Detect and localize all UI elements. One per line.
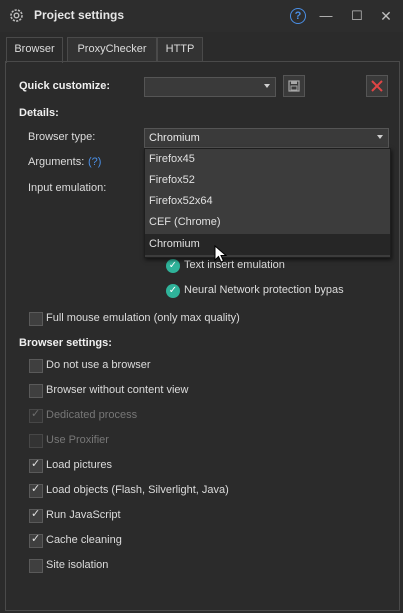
use-proxifier-label: Use Proxifier (46, 434, 109, 446)
load-pictures-checkbox[interactable]: ✓ (29, 458, 43, 473)
cache-cleaning-checkbox[interactable]: ✓ (29, 533, 43, 548)
run-javascript-checkbox[interactable]: ✓ (29, 508, 43, 523)
dedicated-process-label: Dedicated process (46, 409, 138, 421)
browser-type-dropdown: Firefox45 Firefox52 Firefox52x64 CEF (Ch… (144, 148, 391, 258)
maximize-icon[interactable]: ☐ (347, 6, 367, 26)
close-icon (371, 80, 383, 92)
dedicated-process-checkbox: ✓ (29, 408, 43, 423)
chevron-down-icon (377, 135, 383, 139)
check-circle-icon[interactable]: ✓ (166, 284, 180, 298)
load-pictures-label: Load pictures (46, 459, 113, 471)
text-insert-emulation-label: Text insert emulation (184, 259, 285, 271)
check-circle-icon[interactable]: ✓ (166, 259, 180, 273)
quick-customize-label: Quick customize: (19, 80, 111, 92)
window-title: Project settings (34, 8, 125, 22)
quick-customize-select[interactable] (144, 77, 276, 97)
delete-preset-button[interactable] (366, 75, 388, 97)
tab-browser[interactable]: Browser (6, 37, 63, 63)
run-javascript-label: Run JavaScript (46, 509, 121, 521)
do-not-use-browser-label: Do not use a browser (46, 359, 151, 371)
checkmark-icon: ✓ (31, 508, 41, 520)
load-objects-checkbox[interactable]: ✓ (29, 483, 43, 498)
use-proxifier-checkbox (29, 434, 43, 448)
minimize-icon[interactable]: — (316, 6, 336, 26)
browser-without-content-view-checkbox[interactable] (29, 384, 43, 398)
tab-http[interactable]: HTTP (157, 37, 203, 61)
do-not-use-browser-checkbox[interactable] (29, 359, 43, 373)
browser-type-label: Browser type: (28, 131, 96, 143)
close-icon[interactable]: ✕ (376, 6, 396, 26)
browser-without-content-view-label: Browser without content view (46, 384, 189, 396)
neural-network-bypass-label: Neural Network protection bypas (184, 284, 344, 296)
chevron-down-icon (264, 84, 270, 88)
checkmark-icon: ✓ (31, 483, 41, 495)
title-bar: Project settings ? — ☐ ✕ (0, 0, 403, 32)
site-isolation-checkbox[interactable] (29, 559, 43, 573)
arguments-label: Arguments: (28, 156, 85, 168)
browser-type-select[interactable]: Chromium (144, 128, 389, 148)
browser-settings-heading: Browser settings: (19, 337, 112, 349)
dropdown-option-cef-chrome[interactable]: CEF (Chrome) (145, 212, 390, 233)
dropdown-option-firefox52[interactable]: Firefox52 (145, 170, 390, 191)
cache-cleaning-label: Cache cleaning (46, 534, 122, 546)
mouse-cursor-icon (214, 245, 228, 263)
save-icon (288, 80, 300, 92)
checkmark-icon: ✓ (31, 458, 41, 470)
gear-icon[interactable] (8, 7, 25, 24)
full-mouse-emulation-label: Full mouse emulation (only max quality) (46, 312, 240, 324)
tab-proxychecker[interactable]: ProxyChecker (67, 37, 157, 61)
site-isolation-label: Site isolation (46, 559, 109, 571)
dropdown-option-firefox45[interactable]: Firefox45 (145, 149, 390, 170)
load-objects-label: Load objects (Flash, Silverlight, Java) (46, 484, 229, 496)
full-mouse-emulation-checkbox[interactable] (29, 312, 43, 326)
arguments-help-link[interactable]: (?) (88, 156, 101, 168)
checkmark-icon: ✓ (31, 533, 41, 545)
checkmark-icon: ✓ (31, 408, 41, 420)
details-heading: Details: (19, 107, 59, 119)
browser-type-value: Chromium (149, 132, 200, 144)
save-preset-button[interactable] (283, 75, 305, 97)
dropdown-option-chromium[interactable]: Chromium (145, 234, 390, 255)
help-icon[interactable]: ? (290, 8, 306, 24)
dropdown-option-firefox52x64[interactable]: Firefox52x64 (145, 191, 390, 212)
input-emulation-label: Input emulation: (28, 182, 107, 194)
